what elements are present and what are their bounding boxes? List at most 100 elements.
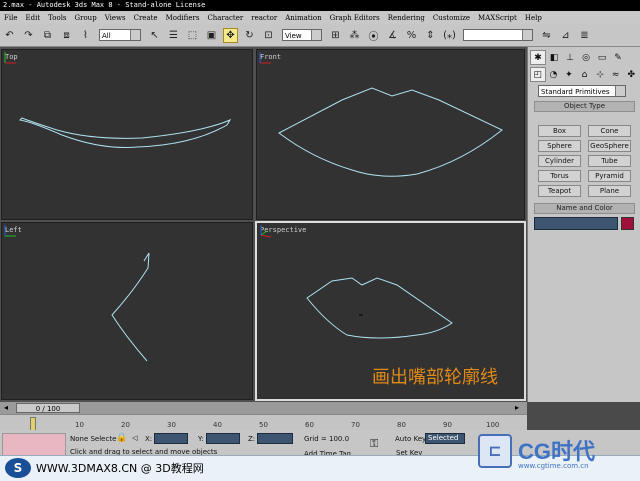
name-and-color-rollout[interactable]: Name and Color bbox=[534, 203, 635, 214]
tube-button[interactable]: Tube bbox=[588, 155, 631, 167]
track-bar[interactable]: 10 20 30 40 50 60 70 80 90 100 bbox=[0, 414, 527, 431]
cone-button[interactable]: Cone bbox=[588, 125, 631, 137]
menu-character[interactable]: Character bbox=[203, 14, 247, 22]
object-name-field[interactable] bbox=[534, 217, 618, 230]
command-panel: ✱ ◧ ⊥ ◎ ▭ ✎ ◰ ◔ ✦ ⌂ ⊹ ≈ ✤ Standard Primi… bbox=[527, 47, 640, 402]
window-title: 2.max - Autodesk 3ds Max 8 - Stand-alone… bbox=[0, 0, 640, 11]
create-tab-icon[interactable]: ✱ bbox=[530, 50, 546, 65]
snap-toggle-icon[interactable]: ⦿ bbox=[367, 29, 380, 43]
object-type-rollout[interactable]: Object Type bbox=[534, 101, 635, 112]
top-view-shape bbox=[18, 117, 232, 148]
modify-tab-icon[interactable]: ◧ bbox=[547, 51, 561, 64]
ruler-tick: 10 bbox=[75, 421, 84, 429]
window-crossing-icon[interactable]: ▣ bbox=[205, 29, 218, 42]
primitive-type-dropdown[interactable]: Standard Primitives bbox=[538, 85, 626, 97]
watermark-url: www.cgtime.com.cn bbox=[518, 462, 589, 470]
y-coordinate-field[interactable] bbox=[206, 433, 240, 444]
z-label: Z: bbox=[248, 435, 256, 443]
redo-icon[interactable]: ↷ bbox=[22, 29, 35, 42]
select-and-rotate-icon[interactable]: ↻ bbox=[243, 29, 256, 42]
key-mode-dropdown[interactable]: Selected bbox=[425, 433, 465, 444]
hierarchy-tab-icon[interactable]: ⊥ bbox=[563, 51, 577, 64]
box-button[interactable]: Box bbox=[538, 125, 581, 137]
menu-modifiers[interactable]: Modifiers bbox=[162, 14, 204, 22]
teapot-button[interactable]: Teapot bbox=[538, 185, 581, 197]
geometry-icon[interactable]: ◰ bbox=[530, 67, 546, 82]
x-coordinate-field[interactable] bbox=[154, 433, 188, 444]
select-and-scale-icon[interactable]: ⊡ bbox=[262, 29, 275, 42]
menu-maxscript[interactable]: MAXScript bbox=[474, 14, 521, 22]
link-icon[interactable]: ⧉ bbox=[41, 29, 54, 42]
menu-animation[interactable]: Animation bbox=[281, 14, 325, 22]
viewport-left[interactable]: Left bbox=[1, 222, 253, 400]
menu-edit[interactable]: Edit bbox=[21, 14, 44, 22]
menu-graph-editors[interactable]: Graph Editors bbox=[326, 14, 384, 22]
z-coordinate-field[interactable] bbox=[257, 433, 293, 444]
axis-tripod-icon bbox=[4, 225, 16, 237]
lock-selection-icon[interactable]: 🔒 bbox=[116, 433, 127, 443]
menu-file[interactable]: File bbox=[0, 14, 21, 22]
helpers-icon[interactable]: ⊹ bbox=[593, 68, 607, 81]
percent-snap-icon[interactable]: % bbox=[405, 29, 418, 42]
pivot-center-icon[interactable]: ⊞ bbox=[329, 29, 342, 42]
cameras-icon[interactable]: ⌂ bbox=[578, 68, 592, 81]
select-manipulate-icon[interactable]: ⁂ bbox=[348, 29, 361, 42]
menu-help[interactable]: Help bbox=[521, 14, 546, 22]
footer-text: WWW.3DMAX8.CN @ 3D教程网 bbox=[36, 462, 204, 475]
viewport-perspective[interactable]: Perspective 画出嘴部轮廓线 bbox=[255, 221, 526, 401]
motion-tab-icon[interactable]: ◎ bbox=[579, 51, 593, 64]
slider-right-arrow-icon[interactable]: ▸ bbox=[515, 403, 519, 412]
maxscript-listener[interactable] bbox=[2, 433, 66, 457]
layer-manager-icon[interactable]: ≣ bbox=[578, 29, 591, 42]
unlink-icon[interactable]: ⧈ bbox=[60, 29, 73, 42]
menu-views[interactable]: Views bbox=[101, 14, 130, 22]
utilities-tab-icon[interactable]: ✎ bbox=[611, 51, 625, 64]
slider-left-arrow-icon[interactable]: ◂ bbox=[4, 403, 8, 412]
axis-tripod-icon bbox=[259, 52, 271, 64]
time-slider-bar: 0 / 100 ◂ ▸ bbox=[0, 402, 527, 414]
viewport-top[interactable]: Top bbox=[1, 49, 253, 220]
angle-snap-icon[interactable]: ∡ bbox=[386, 29, 399, 42]
select-and-move-icon[interactable]: ✥ bbox=[223, 27, 238, 43]
mirror-icon[interactable]: ⇋ bbox=[540, 29, 553, 42]
bind-space-warp-icon[interactable]: ⌇ bbox=[79, 29, 92, 42]
named-selection-sets-dropdown[interactable] bbox=[463, 29, 533, 41]
systems-icon[interactable]: ✤ bbox=[624, 68, 638, 81]
tutorial-caption: 画出嘴部轮廓线 bbox=[372, 367, 498, 388]
menu-bar: File Edit Tools Group Views Create Modif… bbox=[0, 11, 640, 24]
lights-icon[interactable]: ✦ bbox=[562, 68, 576, 81]
menu-tools[interactable]: Tools bbox=[44, 14, 70, 22]
undo-icon[interactable]: ↶ bbox=[3, 29, 16, 42]
geosphere-button[interactable]: GeoSphere bbox=[588, 140, 631, 152]
object-color-swatch[interactable] bbox=[621, 217, 634, 230]
key-icon[interactable]: ⚿ bbox=[370, 437, 378, 451]
select-by-name-icon[interactable]: ☰ bbox=[167, 29, 180, 42]
align-icon[interactable]: ⊿ bbox=[559, 29, 572, 42]
auto-key-button[interactable]: Auto Key bbox=[395, 435, 426, 443]
menu-customize[interactable]: Customize bbox=[429, 14, 474, 22]
menu-reactor[interactable]: reactor bbox=[247, 14, 281, 22]
selection-filter-dropdown[interactable]: All bbox=[99, 29, 141, 41]
named-selection-icon[interactable]: (⁎) bbox=[443, 29, 456, 42]
absolute-mode-icon[interactable]: ◁ bbox=[132, 434, 137, 442]
reference-coordinate-dropdown[interactable]: View bbox=[282, 29, 322, 41]
spinner-snap-icon[interactable]: ⇕ bbox=[424, 29, 437, 42]
display-tab-icon[interactable]: ▭ bbox=[595, 51, 609, 64]
name-color-row bbox=[534, 217, 635, 230]
select-object-icon[interactable]: ↖ bbox=[148, 29, 161, 42]
torus-button[interactable]: Torus bbox=[538, 170, 581, 182]
pyramid-button[interactable]: Pyramid bbox=[588, 170, 631, 182]
cgtime-logo-icon: ⊏ bbox=[478, 434, 512, 468]
viewport-front[interactable]: Front bbox=[256, 49, 525, 220]
plane-button[interactable]: Plane bbox=[588, 185, 631, 197]
menu-rendering[interactable]: Rendering bbox=[384, 14, 429, 22]
sphere-button[interactable]: Sphere bbox=[538, 140, 581, 152]
shapes-icon[interactable]: ◔ bbox=[547, 68, 561, 81]
cylinder-button[interactable]: Cylinder bbox=[538, 155, 581, 167]
time-marker[interactable] bbox=[30, 417, 36, 431]
menu-create[interactable]: Create bbox=[130, 14, 162, 22]
region-select-icon[interactable]: ⬚ bbox=[186, 29, 199, 42]
time-slider[interactable]: 0 / 100 bbox=[16, 403, 80, 413]
space-warps-icon[interactable]: ≈ bbox=[609, 68, 623, 81]
menu-group[interactable]: Group bbox=[71, 14, 101, 22]
